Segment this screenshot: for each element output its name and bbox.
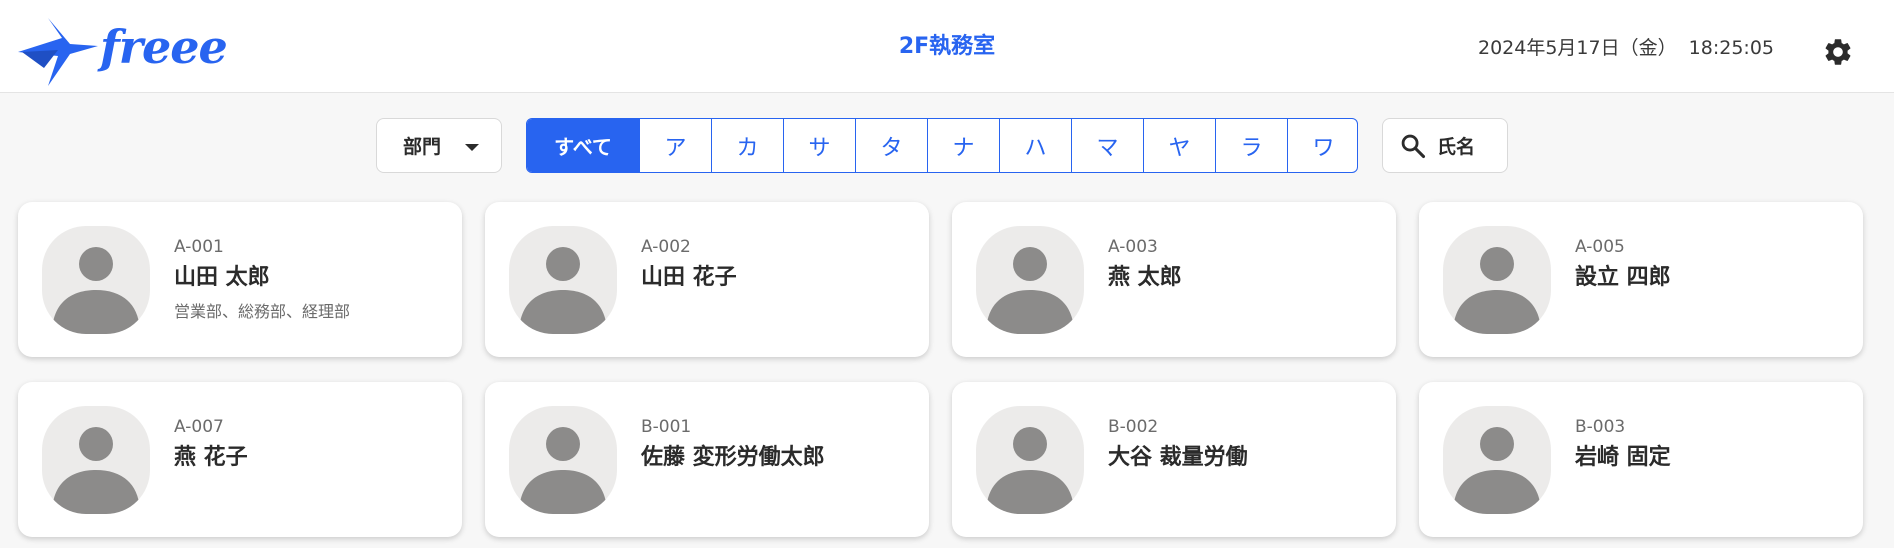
employee-name: 燕 花子 (174, 445, 248, 470)
employee-name: 燕 太郎 (1108, 265, 1182, 290)
employee-departments: 営業部、総務部、経理部 (174, 302, 351, 321)
search-icon (1401, 134, 1426, 158)
employee-card[interactable]: A-007 燕 花子 (18, 382, 462, 537)
app-header: freee 2F執務室 2024年5月17日（金） 18:25:05 (0, 0, 1894, 93)
employee-card[interactable]: A-005 設立 四郎 (1419, 202, 1863, 357)
tab-all[interactable]: すべて (527, 119, 639, 172)
employee-code: A-001 (174, 237, 224, 257)
employee-code: B-002 (1108, 417, 1159, 437)
employee-code: A-002 (641, 237, 691, 257)
employee-card[interactable]: B-001 佐藤 変形労働太郎 (485, 382, 929, 537)
current-time: 18:25:05 (1688, 37, 1774, 59)
employee-code: B-001 (641, 417, 692, 437)
employee-name: 山田 花子 (641, 265, 737, 290)
avatar-placeholder-icon (42, 226, 150, 334)
avatar-placeholder-icon (976, 226, 1084, 334)
avatar-placeholder-icon (976, 406, 1084, 514)
chevron-down-icon (465, 144, 479, 151)
employee-name: 大谷 裁量労働 (1108, 445, 1248, 470)
department-filter-label: 部門 (403, 136, 442, 158)
kana-filter-tabs: すべてアカサタナハマヤラワ (526, 118, 1358, 173)
employee-code: B-003 (1575, 417, 1626, 437)
tab-kana-2[interactable]: カ (711, 119, 783, 172)
settings-button[interactable] (1822, 36, 1854, 68)
department-filter-dropdown[interactable]: 部門 (376, 118, 502, 173)
tab-kana-3[interactable]: サ (783, 119, 855, 172)
current-date: 2024年5月17日（金） (1477, 37, 1677, 59)
employee-name: 設立 四郎 (1575, 265, 1671, 290)
employee-name: 岩崎 固定 (1575, 445, 1671, 470)
tab-kana-9[interactable]: ラ (1215, 119, 1287, 172)
current-datetime: 2024年5月17日（金） 18:25:05 (1478, 39, 1774, 58)
tab-kana-6[interactable]: ハ (999, 119, 1071, 172)
employee-code: A-003 (1108, 237, 1158, 257)
employee-name: 佐藤 変形労働太郎 (641, 445, 825, 470)
name-search-button[interactable]: 氏名 (1382, 118, 1508, 173)
tab-kana-7[interactable]: マ (1071, 119, 1143, 172)
gear-icon (1825, 39, 1851, 65)
tab-kana-1[interactable]: ア (639, 119, 711, 172)
name-search-label: 氏名 (1437, 136, 1476, 158)
avatar-placeholder-icon (1443, 406, 1551, 514)
employee-name: 山田 太郎 (174, 265, 270, 290)
employee-card[interactable]: A-001 山田 太郎営業部、総務部、経理部 (18, 202, 462, 357)
tab-kana-5[interactable]: ナ (927, 119, 999, 172)
employee-code: A-007 (174, 417, 224, 437)
tab-kana-10[interactable]: ワ (1287, 119, 1357, 172)
employee-card[interactable]: B-002 大谷 裁量労働 (952, 382, 1396, 537)
avatar-placeholder-icon (509, 226, 617, 334)
tab-kana-4[interactable]: タ (855, 119, 927, 172)
avatar-placeholder-icon (509, 406, 617, 514)
avatar-placeholder-icon (42, 406, 150, 514)
avatar-placeholder-icon (1443, 226, 1551, 334)
employee-card[interactable]: A-002 山田 花子 (485, 202, 929, 357)
employee-card[interactable]: A-003 燕 太郎 (952, 202, 1396, 357)
employee-card[interactable]: B-003 岩崎 固定 (1419, 382, 1863, 537)
tab-kana-8[interactable]: ヤ (1143, 119, 1215, 172)
employee-code: A-005 (1575, 237, 1625, 257)
